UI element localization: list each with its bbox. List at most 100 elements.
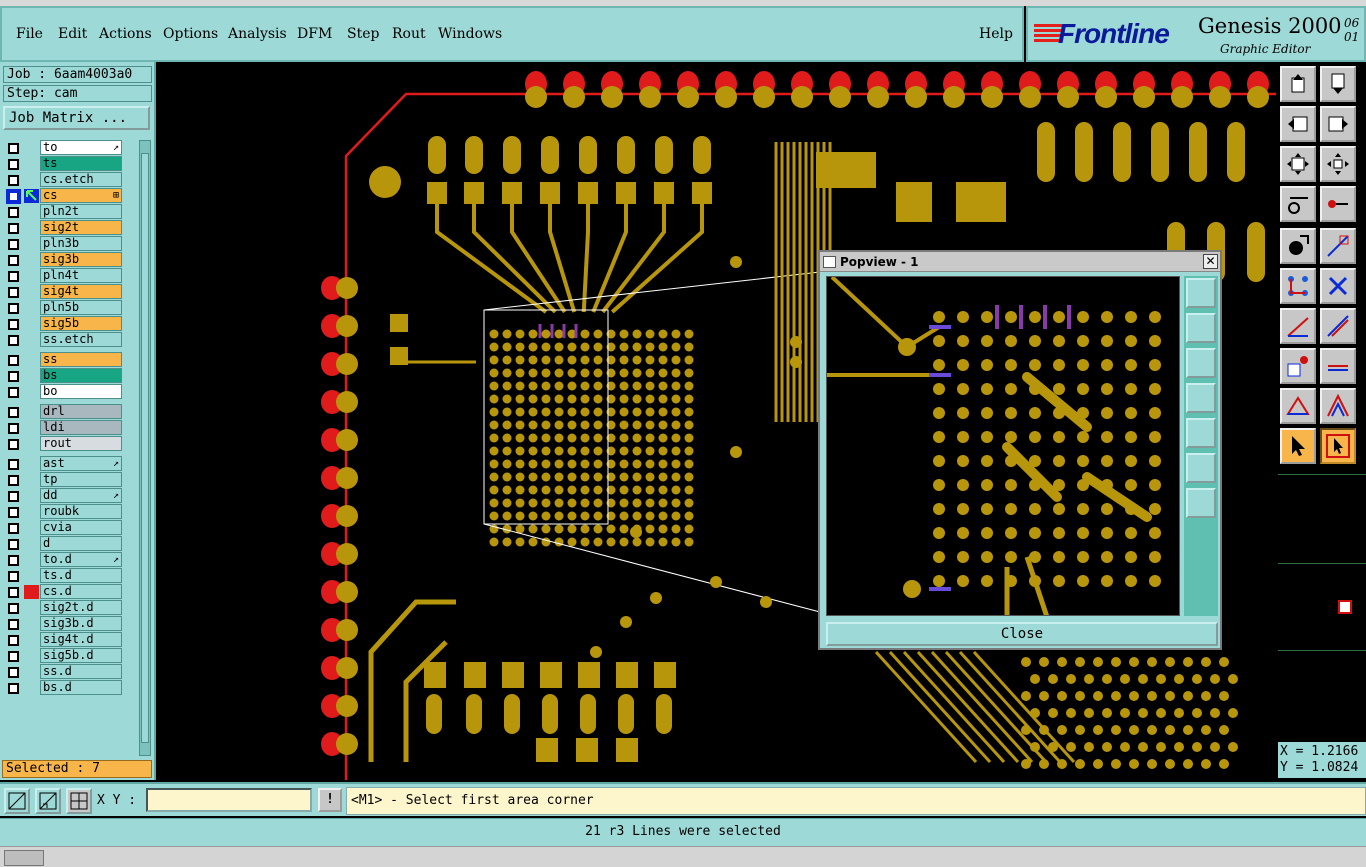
layer-mark[interactable]	[24, 333, 39, 347]
layer-name[interactable]: ts.d	[40, 568, 122, 583]
layer-row[interactable]: pln2t	[3, 204, 139, 220]
layer-row[interactable]: to ↗	[3, 140, 139, 156]
layer-checkbox[interactable]	[8, 223, 19, 234]
layer-name[interactable]: sig2t.d	[40, 600, 122, 615]
layer-mark[interactable]	[24, 665, 39, 679]
cross-icon[interactable]	[1320, 268, 1356, 304]
layer-checkbox[interactable]	[8, 555, 19, 566]
layer-name[interactable]: pln2t	[40, 204, 122, 219]
layer-name[interactable]: cs ⊞	[40, 188, 122, 203]
layer-mark[interactable]	[24, 369, 39, 383]
layer-mark[interactable]	[24, 601, 39, 615]
layer-row[interactable]: sig2t	[3, 220, 139, 236]
overview-view-marker[interactable]	[1338, 600, 1352, 614]
layer-checkbox[interactable]	[8, 651, 19, 662]
layer-checkbox[interactable]	[8, 587, 19, 598]
select-area-icon[interactable]	[1320, 428, 1356, 464]
popview-pan-up-icon[interactable]	[1186, 313, 1216, 343]
layer-list-scrollbar[interactable]	[139, 140, 151, 756]
layer-row[interactable]: cs.etch	[3, 172, 139, 188]
layer-mark[interactable]	[24, 253, 39, 267]
layer-name[interactable]: bs.d	[40, 680, 122, 695]
layer-name[interactable]: sig5b.d	[40, 648, 122, 663]
slant-line-icon[interactable]	[1280, 308, 1316, 344]
layer-mark[interactable]	[24, 317, 39, 331]
layer-checkbox[interactable]	[8, 683, 19, 694]
popview-titlebar[interactable]: Popview - 1 ✕	[820, 252, 1220, 272]
layer-name[interactable]: roubk	[40, 504, 122, 519]
layer-checkbox[interactable]	[8, 423, 19, 434]
peak-icon[interactable]	[1320, 388, 1356, 424]
layer-checkbox[interactable]	[8, 475, 19, 486]
layer-mark[interactable]	[24, 473, 39, 487]
layer-mark[interactable]	[24, 141, 39, 155]
layer-checkbox[interactable]	[8, 459, 19, 470]
layer-row[interactable]: pln5b	[3, 300, 139, 316]
layer-row[interactable]: d	[3, 536, 139, 552]
layer-row[interactable]: drl	[3, 404, 139, 420]
layer-mark[interactable]	[24, 585, 39, 599]
layer-mark[interactable]	[24, 617, 39, 631]
layer-row[interactable]: cs.d	[3, 584, 139, 600]
xy-input[interactable]	[146, 788, 312, 812]
layer-row[interactable]: ss.etch	[3, 332, 139, 348]
layer-name[interactable]: to ↗	[40, 140, 122, 155]
layer-name[interactable]: cs.d	[40, 584, 122, 599]
layer-name[interactable]: ss	[40, 352, 122, 367]
layer-checkbox[interactable]	[8, 255, 19, 266]
layer-row[interactable]: cvia	[3, 520, 139, 536]
pan-right-icon[interactable]	[1320, 106, 1356, 142]
zoom-fit-icon[interactable]	[1280, 146, 1316, 182]
layer-name[interactable]: ast ↗	[40, 456, 122, 471]
layer-row[interactable]: cs ⊞	[3, 188, 139, 204]
layer-checkbox[interactable]	[8, 491, 19, 502]
pad-icon[interactable]	[1280, 228, 1316, 264]
layer-row[interactable]: sig4t.d	[3, 632, 139, 648]
layer-mark[interactable]	[24, 649, 39, 663]
layer-row[interactable]: bs	[3, 368, 139, 384]
layer-name[interactable]: ts	[40, 156, 122, 171]
layer-row[interactable]: sig2t.d	[3, 600, 139, 616]
split-icon[interactable]	[1320, 348, 1356, 384]
layer-name[interactable]: ldi	[40, 420, 122, 435]
layer-mark[interactable]	[24, 269, 39, 283]
diagonal-icon[interactable]	[1320, 308, 1356, 344]
layer-mark[interactable]	[24, 301, 39, 315]
overview-map[interactable]	[1278, 474, 1366, 739]
layer-mark[interactable]	[24, 681, 39, 695]
layer-row[interactable]: ss	[3, 352, 139, 368]
popview-zoom-out-icon[interactable]	[1186, 488, 1216, 518]
menu-windows[interactable]: Windows	[438, 26, 502, 42]
layer-mark[interactable]	[24, 489, 39, 503]
layer-checkbox[interactable]	[8, 159, 19, 170]
close-icon[interactable]: ✕	[1203, 254, 1218, 269]
menu-options[interactable]: Options	[163, 26, 218, 42]
alert-icon[interactable]: !	[318, 788, 342, 812]
layer-row[interactable]: ts	[3, 156, 139, 172]
grid-snap-icon[interactable]	[35, 788, 61, 814]
layer-checkbox[interactable]	[8, 439, 19, 450]
layer-checkbox[interactable]	[8, 271, 19, 282]
zoom-in-icon[interactable]	[1320, 146, 1356, 182]
layer-checkbox[interactable]	[8, 207, 19, 218]
layer-row[interactable]: rout	[3, 436, 139, 452]
menu-analysis[interactable]: Analysis	[228, 26, 287, 42]
pan-left-icon[interactable]	[1280, 106, 1316, 142]
popview-zoom-in-icon[interactable]	[1186, 453, 1216, 483]
layer-mark[interactable]	[24, 457, 39, 471]
layer-row[interactable]: sig3b	[3, 252, 139, 268]
layer-checkbox[interactable]	[8, 523, 19, 534]
layer-mark[interactable]	[24, 385, 39, 399]
layer-name[interactable]: cs.etch	[40, 172, 122, 187]
line-icon[interactable]	[1320, 228, 1356, 264]
layer-mark[interactable]	[24, 237, 39, 251]
layer-name[interactable]: ss.etch	[40, 332, 122, 347]
layer-row[interactable]: dd ↗	[3, 488, 139, 504]
layer-name[interactable]: cvia	[40, 520, 122, 535]
menu-dfm[interactable]: DFM	[297, 26, 332, 42]
layer-checkbox[interactable]	[8, 667, 19, 678]
layer-checkbox[interactable]	[8, 571, 19, 582]
popview-pan-right-icon[interactable]	[1186, 418, 1216, 448]
layer-name[interactable]: ss.d	[40, 664, 122, 679]
layer-mark[interactable]	[24, 633, 39, 647]
